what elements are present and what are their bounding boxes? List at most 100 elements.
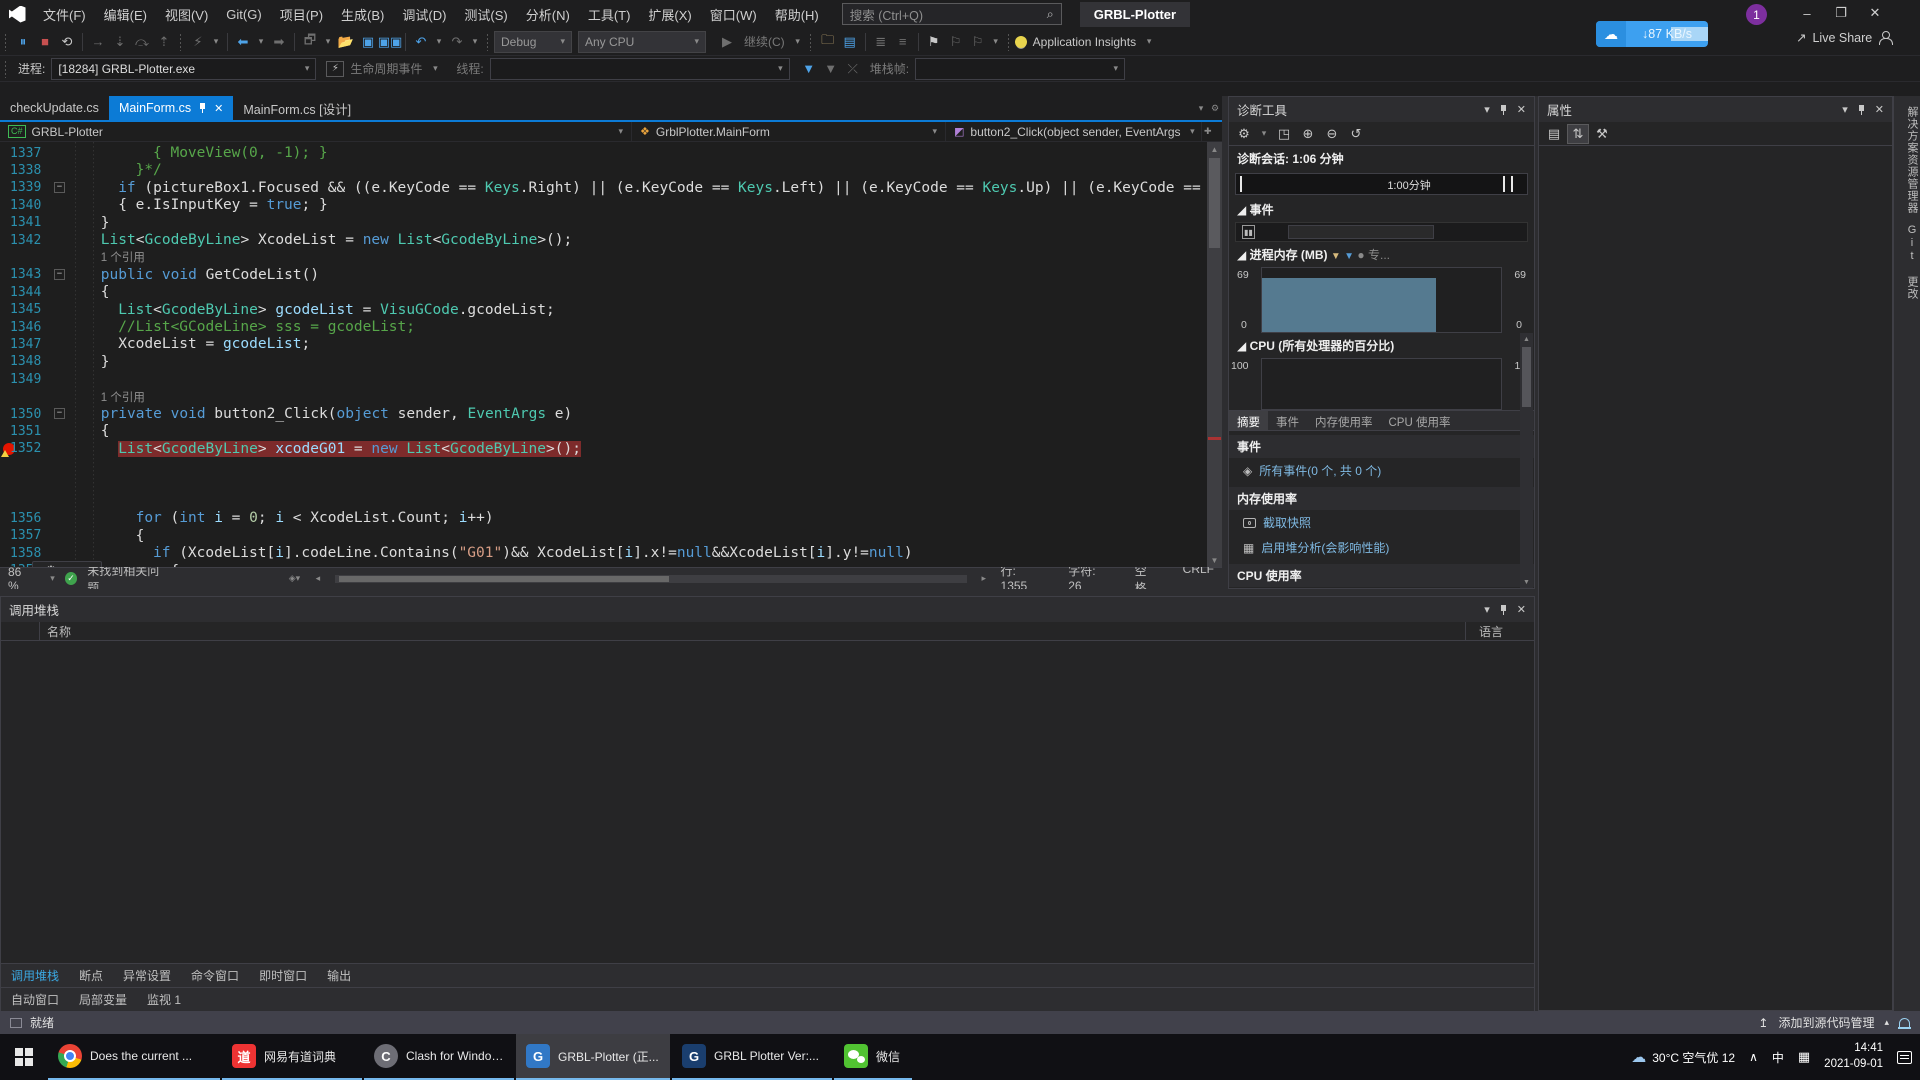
property-pages-icon[interactable]: ⚒ bbox=[1591, 124, 1613, 144]
continue-button[interactable]: 继续(C) bbox=[744, 33, 785, 50]
diagnostics-tab[interactable]: 内存使用率 bbox=[1307, 411, 1381, 430]
diag-scroll-down-icon[interactable]: ▼ bbox=[1520, 576, 1533, 588]
document-tab[interactable]: checkUpdate.cs bbox=[0, 96, 109, 120]
events-lane-header[interactable]: ◢ 事件 bbox=[1229, 197, 1534, 222]
properties-header[interactable]: 属性 ▾ ✕ bbox=[1539, 97, 1892, 122]
project-dropdown[interactable]: C# GRBL-Plotter ▾ bbox=[0, 122, 632, 141]
horizontal-splitter[interactable] bbox=[0, 589, 1538, 596]
pin-icon[interactable] bbox=[1499, 104, 1508, 116]
toggle-current-thread-icon[interactable]: ⤫ bbox=[842, 59, 864, 79]
session-timeline[interactable]: 1:00分钟 bbox=[1235, 173, 1528, 195]
restart-icon[interactable]: ⟲ bbox=[56, 32, 78, 52]
solution-platform-select[interactable]: Any CPU▾ bbox=[578, 31, 706, 53]
member-dropdown[interactable]: ◩ button2_Click(object sender, EventArgs… bbox=[946, 122, 1222, 141]
menu-item[interactable]: 视图(V) bbox=[156, 1, 217, 28]
zoom-caret[interactable]: ▾ bbox=[50, 573, 55, 584]
diagnostics-tab[interactable]: CPU 使用率 bbox=[1381, 411, 1459, 430]
tool-window-tab[interactable]: 监视 1 bbox=[137, 987, 191, 1012]
step-into-icon[interactable]: ⇣ bbox=[109, 32, 131, 52]
autohide-tab[interactable]: 解决方案资源管理器 bbox=[1894, 106, 1920, 214]
outline-collapse-icon[interactable]: ≣ bbox=[870, 32, 892, 52]
window-position-caret[interactable]: ▾ bbox=[1484, 103, 1490, 116]
menu-item[interactable]: 分析(N) bbox=[517, 1, 579, 28]
navigate-back-icon[interactable]: ⬅ bbox=[232, 32, 254, 52]
new-window-icon[interactable]: 🗗 bbox=[299, 32, 321, 52]
stack-frame-select[interactable]: ▾ bbox=[915, 58, 1125, 80]
search-input[interactable]: 搜索 (Ctrl+Q) ⌕ bbox=[842, 3, 1062, 25]
props-pin-icon[interactable] bbox=[1857, 104, 1866, 116]
action-center-icon[interactable] bbox=[1897, 1051, 1912, 1064]
person-icon[interactable] bbox=[1878, 31, 1892, 45]
application-insights-button[interactable]: Application Insights bbox=[1033, 35, 1136, 49]
filter-flagged-icon[interactable]: ▼ bbox=[820, 59, 842, 79]
ime-indicator[interactable]: 中 bbox=[1772, 1049, 1784, 1066]
stop-icon[interactable]: ■ bbox=[34, 32, 56, 52]
process-select[interactable]: [18284] GRBL-Plotter.exe▾ bbox=[51, 58, 316, 80]
breakpoint-toggle-icon[interactable]: ◑ bbox=[81, 563, 89, 567]
menu-item[interactable]: 编辑(E) bbox=[95, 1, 156, 28]
step-over-icon[interactable]: ⤼ bbox=[131, 32, 153, 52]
continue-icon[interactable]: ▶ bbox=[716, 32, 738, 52]
export-icon[interactable]: ◳ bbox=[1273, 124, 1295, 144]
tool-window-tab[interactable]: 自动窗口 bbox=[1, 987, 69, 1012]
apply-code-changes-caret[interactable]: ▾ bbox=[209, 32, 223, 52]
live-share-button[interactable]: Live Share bbox=[1812, 31, 1872, 45]
start-button[interactable] bbox=[0, 1034, 48, 1080]
diag-settings-icon[interactable]: ⚙ bbox=[1233, 124, 1255, 144]
lifecycle-events-button[interactable]: 生命周期事件 bbox=[350, 60, 422, 77]
save-icon[interactable]: ▣ bbox=[357, 32, 379, 52]
scc-caret[interactable]: ▴ bbox=[1884, 1017, 1889, 1028]
lifecycle-events-icon[interactable]: ⚡ bbox=[326, 61, 344, 77]
scrollbar-thumb[interactable] bbox=[1209, 158, 1220, 248]
editor-horizontal-scrollbar[interactable] bbox=[335, 575, 968, 583]
minimize-button[interactable]: – bbox=[1790, 0, 1824, 26]
close-panel-icon[interactable]: ✕ bbox=[1517, 103, 1526, 116]
notifications-bell-icon[interactable] bbox=[1899, 1018, 1910, 1027]
memory-lane-header[interactable]: ◢ 进程内存 (MB) ▼ ▼ ● 专... bbox=[1229, 242, 1534, 267]
bookmark-overflow-caret[interactable]: ▾ bbox=[989, 32, 1003, 52]
cs-close-icon[interactable]: ✕ bbox=[1517, 603, 1526, 616]
diag-scroll-up-icon[interactable]: ▲ bbox=[1520, 333, 1533, 345]
undo-caret[interactable]: ▾ bbox=[432, 32, 446, 52]
menu-item[interactable]: 帮助(H) bbox=[766, 1, 828, 28]
callstack-body[interactable] bbox=[1, 641, 1534, 963]
menu-item[interactable]: 项目(P) bbox=[271, 1, 332, 28]
menu-item[interactable]: 窗口(W) bbox=[701, 1, 766, 28]
cpu-lane-header[interactable]: ◢ CPU (所有处理器的百分比) bbox=[1229, 333, 1534, 358]
snapshot-filter-icon[interactable]: ▼ bbox=[1331, 251, 1341, 262]
toolbar-drag-handle[interactable] bbox=[4, 33, 8, 51]
type-dropdown[interactable]: ❖ GrblPlotter.MainForm ▾ bbox=[632, 122, 946, 141]
reset-view-icon[interactable]: ↺ bbox=[1345, 124, 1367, 144]
diagnostics-tab[interactable]: 事件 bbox=[1268, 411, 1307, 430]
tool-window-tab[interactable]: 断点 bbox=[69, 963, 113, 988]
new-window-caret[interactable]: ▾ bbox=[321, 32, 335, 52]
diagnostics-scrollbar[interactable]: ▲ ▼ bbox=[1520, 333, 1533, 588]
cs-pin-icon[interactable] bbox=[1499, 604, 1508, 616]
language-column-header[interactable]: 语言 bbox=[1479, 623, 1503, 640]
hscroll-left-icon[interactable]: ◂ bbox=[311, 569, 324, 589]
find-in-files-icon[interactable]: 🗀 bbox=[817, 32, 839, 52]
close-tab-icon[interactable]: ✕ bbox=[214, 102, 223, 115]
tab-overflow-caret[interactable]: ▾ bbox=[1194, 98, 1208, 118]
props-position-caret[interactable]: ▾ bbox=[1842, 103, 1848, 116]
zoom-out-icon[interactable]: ⊖ bbox=[1321, 124, 1343, 144]
undo-icon[interactable]: ↶ bbox=[410, 32, 432, 52]
menu-item[interactable]: 测试(S) bbox=[455, 1, 516, 28]
taskbar-app[interactable]: 微信 bbox=[834, 1034, 912, 1080]
tool-window-tab[interactable]: 异常设置 bbox=[113, 963, 181, 988]
redo-icon[interactable]: ↷ bbox=[446, 32, 468, 52]
navigate-back-caret[interactable]: ▾ bbox=[254, 32, 268, 52]
scroll-down-icon[interactable]: ▼ bbox=[1207, 553, 1222, 567]
autohide-tab[interactable]: Git 更改 bbox=[1894, 224, 1920, 300]
net-speed-overlay[interactable]: ☁ ↓87 KB/s bbox=[1596, 21, 1708, 47]
taskbar-app[interactable]: 道网易有道词典 bbox=[222, 1034, 362, 1080]
pause-icon[interactable]: ⏸ bbox=[12, 32, 34, 52]
alphabetical-icon[interactable]: ⇅ bbox=[1567, 124, 1589, 144]
application-insights-caret[interactable]: ▾ bbox=[1142, 32, 1156, 52]
fold-collapse-icon[interactable]: − bbox=[54, 408, 65, 419]
account-avatar[interactable]: 1 bbox=[1746, 4, 1767, 25]
callstack-header[interactable]: 调用堆栈 ▾ ✕ bbox=[1, 597, 1534, 622]
filter-threads-icon[interactable]: ▼ bbox=[798, 59, 820, 79]
thread-select[interactable]: ▾ bbox=[490, 58, 790, 80]
menu-item[interactable]: 调试(D) bbox=[393, 1, 455, 28]
